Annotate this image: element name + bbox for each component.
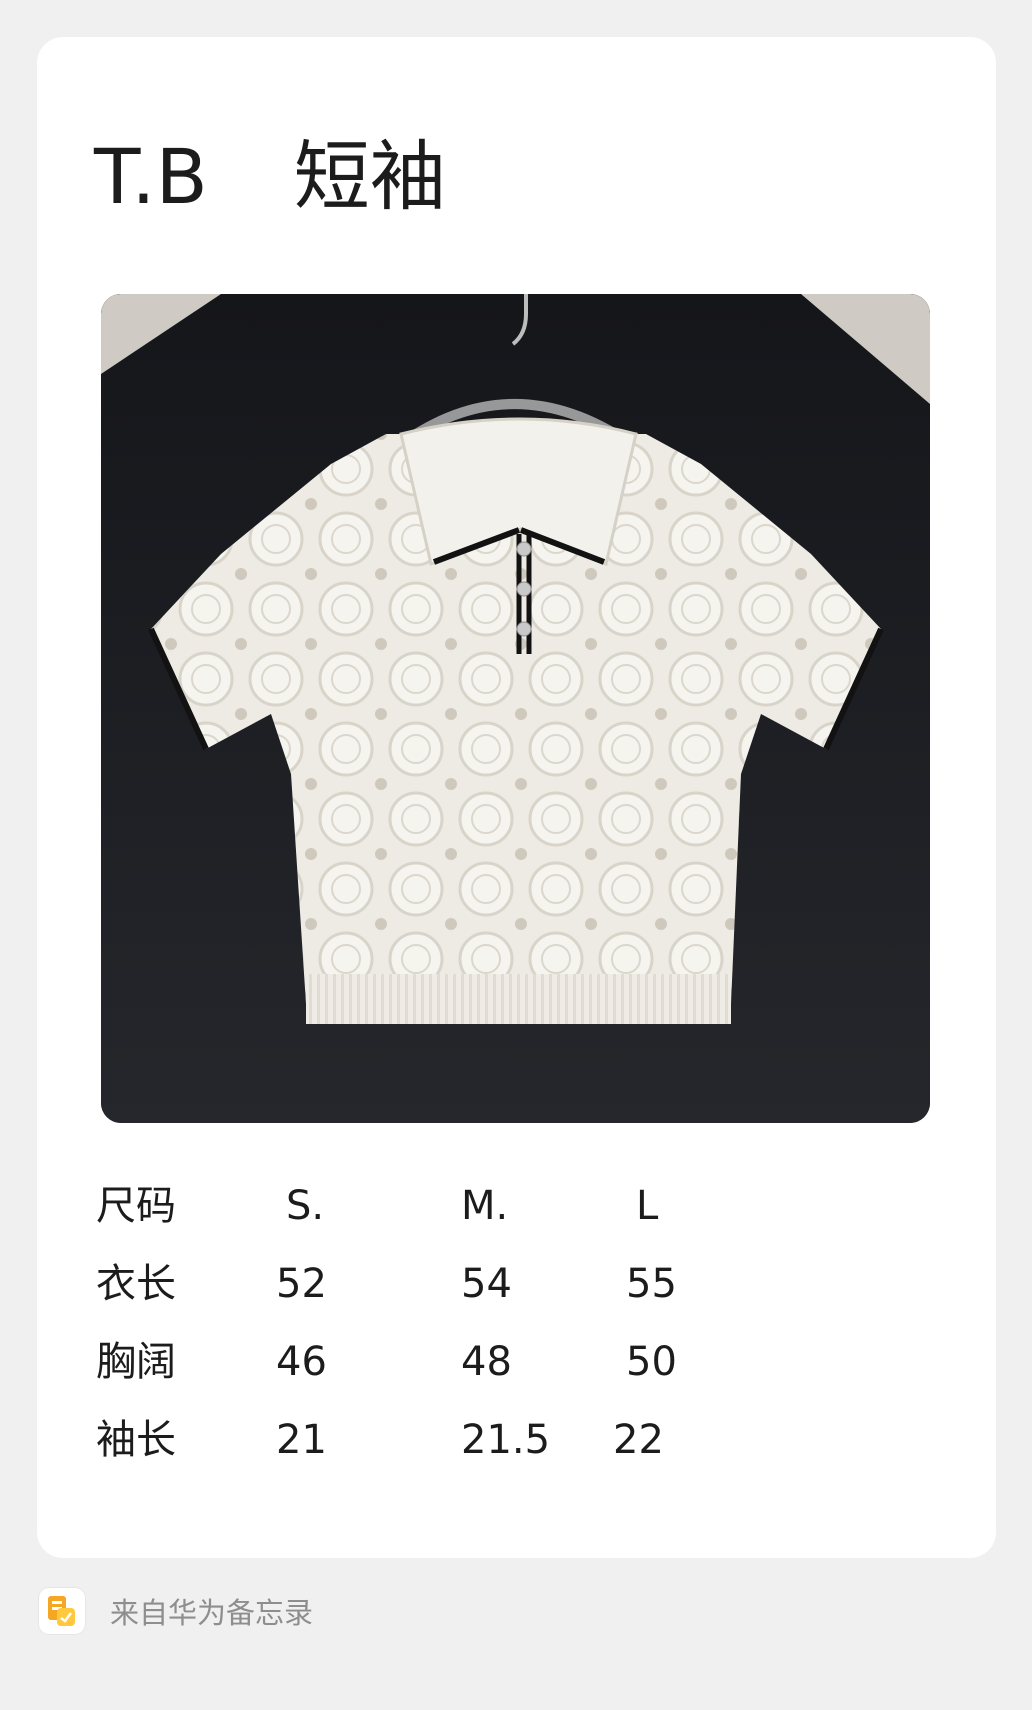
length-value: 54 — [461, 1261, 512, 1307]
footer-text: 来自华为备忘录 — [110, 1596, 314, 1630]
note-title: T.B 短袖 — [94, 129, 446, 225]
product-photo[interactable] — [101, 294, 930, 1123]
huawei-notes-icon — [39, 1588, 85, 1634]
chest-value: 48 — [461, 1339, 512, 1385]
title-item: 短袖 — [293, 132, 446, 221]
sleeve-row: 袖长 21 21.5 22 — [96, 1401, 896, 1479]
chest-value: 50 — [626, 1339, 677, 1385]
polo-shirt-illustration — [101, 294, 930, 1123]
sleeve-value: 22 — [613, 1417, 664, 1463]
length-row: 衣长 52 54 55 — [96, 1245, 896, 1323]
size-row: 尺码 S. M. L — [96, 1167, 896, 1245]
sleeve-value: 21 — [276, 1417, 327, 1463]
chest-row: 胸阔 46 48 50 — [96, 1323, 896, 1401]
row-label: 胸阔 — [96, 1339, 176, 1385]
row-label: 尺码 — [96, 1183, 176, 1229]
row-label: 衣长 — [96, 1261, 176, 1307]
chest-value: 46 — [276, 1339, 327, 1385]
note-card: T.B 短袖 尺码 S. M. L 衣长 52 54 55 胸阔 46 48 5… — [37, 37, 996, 1558]
source-footer: 来自华为备忘录 — [39, 1588, 313, 1634]
title-brand: T.B — [94, 132, 208, 221]
sleeve-value: 21.5 — [461, 1417, 551, 1463]
size-value: S. — [286, 1183, 325, 1229]
row-label: 袖长 — [96, 1417, 176, 1463]
length-value: 52 — [276, 1261, 327, 1307]
size-table: 尺码 S. M. L 衣长 52 54 55 胸阔 46 48 50 袖长 21… — [96, 1167, 896, 1479]
length-value: 55 — [626, 1261, 677, 1307]
size-value: L — [636, 1183, 659, 1229]
size-value: M. — [461, 1183, 509, 1229]
